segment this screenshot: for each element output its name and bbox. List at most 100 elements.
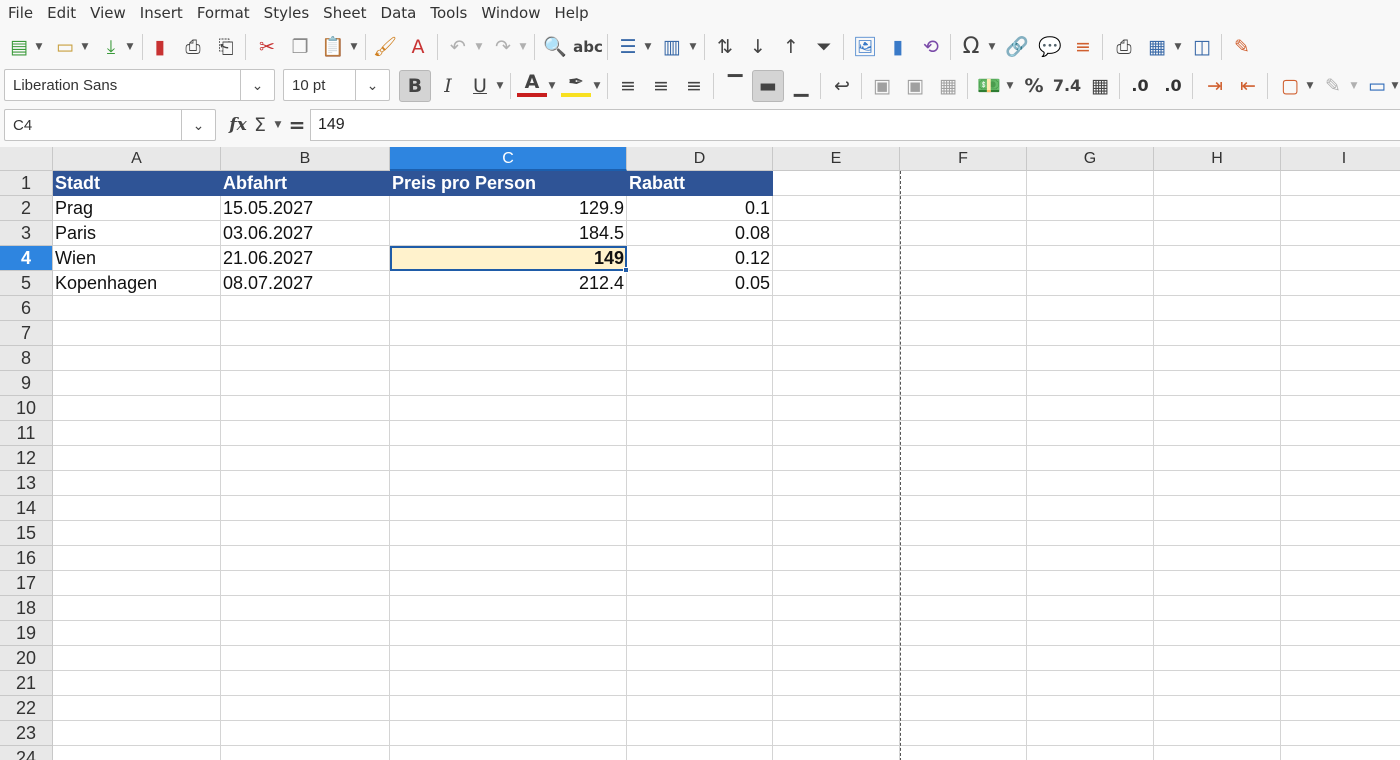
cell-g13[interactable]	[1027, 471, 1154, 496]
cell-h1[interactable]	[1154, 171, 1281, 196]
column-header-g[interactable]: G	[1027, 147, 1154, 171]
cell-f18[interactable]	[900, 596, 1027, 621]
merge-center-icon[interactable]: ▣	[867, 71, 897, 101]
cell-b3[interactable]: 03.06.2027	[221, 221, 390, 246]
center-vertically-icon[interactable]: ▬	[752, 70, 784, 102]
cell-i1[interactable]	[1281, 171, 1400, 196]
cell-e5[interactable]	[773, 271, 900, 296]
print-preview-icon[interactable]: ⎗	[211, 32, 241, 62]
spelling-icon[interactable]: abc	[573, 32, 603, 62]
bold-icon[interactable]: B	[399, 70, 431, 102]
cell-e9[interactable]	[773, 371, 900, 396]
cell-c5[interactable]: 212.4	[390, 271, 627, 296]
cell-h16[interactable]	[1154, 546, 1281, 571]
row-header-2[interactable]: 2	[0, 196, 53, 221]
row-header-21[interactable]: 21	[0, 671, 53, 696]
redo-dropdown-icon[interactable]: ▼	[518, 32, 528, 62]
row-header-9[interactable]: 9	[0, 371, 53, 396]
cell-g23[interactable]	[1027, 721, 1154, 746]
align-bottom-icon[interactable]: ▁	[786, 71, 816, 101]
row-header-10[interactable]: 10	[0, 396, 53, 421]
row-header-5[interactable]: 5	[0, 271, 53, 296]
cell-i18[interactable]	[1281, 596, 1400, 621]
cell-c21[interactable]	[390, 671, 627, 696]
paste-icon[interactable]: 📋	[318, 32, 348, 62]
cell-d21[interactable]	[627, 671, 773, 696]
cell-i11[interactable]	[1281, 421, 1400, 446]
cell-b4[interactable]: 21.06.2027	[221, 246, 390, 271]
name-box-dropdown-icon[interactable]: ⌄	[181, 110, 215, 140]
cell-h20[interactable]	[1154, 646, 1281, 671]
cell-a8[interactable]	[53, 346, 221, 371]
cell-f22[interactable]	[900, 696, 1027, 721]
borders-dropdown-icon[interactable]: ▼	[1305, 71, 1315, 101]
menu-view[interactable]: View	[83, 0, 133, 27]
cell-a3[interactable]: Paris	[53, 221, 221, 246]
cell-e11[interactable]	[773, 421, 900, 446]
cell-a10[interactable]	[53, 396, 221, 421]
save-icon[interactable]: ⤓	[96, 32, 126, 62]
cell-c2[interactable]: 129.9	[390, 196, 627, 221]
cell-h10[interactable]	[1154, 396, 1281, 421]
row-icon[interactable]: ☰	[613, 32, 643, 62]
insert-chart-icon[interactable]: ▮	[883, 32, 913, 62]
freeze-rows-columns-icon[interactable]: ▦	[1142, 32, 1172, 62]
merge-cells-icon[interactable]: ▣	[900, 71, 930, 101]
cell-a15[interactable]	[53, 521, 221, 546]
cell-c10[interactable]	[390, 396, 627, 421]
cell-b23[interactable]	[221, 721, 390, 746]
redo-icon[interactable]: ↷	[488, 32, 518, 62]
cell-b7[interactable]	[221, 321, 390, 346]
cell-a13[interactable]	[53, 471, 221, 496]
cell-b6[interactable]	[221, 296, 390, 321]
cell-f24[interactable]	[900, 746, 1027, 760]
cell-f2[interactable]	[900, 196, 1027, 221]
cell-d23[interactable]	[627, 721, 773, 746]
cell-c12[interactable]	[390, 446, 627, 471]
cell-f3[interactable]	[900, 221, 1027, 246]
cell-g24[interactable]	[1027, 746, 1154, 760]
align-top-icon[interactable]: ▔	[720, 71, 750, 101]
cell-g18[interactable]	[1027, 596, 1154, 621]
cell-i15[interactable]	[1281, 521, 1400, 546]
cell-b18[interactable]	[221, 596, 390, 621]
open-folder-icon[interactable]: ▭	[50, 32, 80, 62]
cell-g21[interactable]	[1027, 671, 1154, 696]
percent-format-icon[interactable]: %	[1019, 71, 1049, 101]
menu-tools[interactable]: Tools	[423, 0, 474, 27]
cell-b17[interactable]	[221, 571, 390, 596]
cell-e10[interactable]	[773, 396, 900, 421]
cell-f7[interactable]	[900, 321, 1027, 346]
cell-d11[interactable]	[627, 421, 773, 446]
cell-e7[interactable]	[773, 321, 900, 346]
name-box[interactable]: C4 ⌄	[4, 109, 216, 141]
font-color-dropdown-icon[interactable]: ▼	[547, 71, 557, 101]
cell-f4[interactable]	[900, 246, 1027, 271]
cell-e13[interactable]	[773, 471, 900, 496]
border-color-icon[interactable]: ▭	[1362, 71, 1392, 101]
cell-f14[interactable]	[900, 496, 1027, 521]
column-header-b[interactable]: B	[221, 147, 390, 171]
underline-dropdown-icon[interactable]: ▼	[495, 71, 505, 101]
sum-dropdown-icon[interactable]: ▼	[273, 110, 283, 140]
cell-f21[interactable]	[900, 671, 1027, 696]
cell-i17[interactable]	[1281, 571, 1400, 596]
cell-i13[interactable]	[1281, 471, 1400, 496]
cell-d2[interactable]: 0.1	[627, 196, 773, 221]
autofilter-icon[interactable]: ⏷	[809, 32, 839, 62]
new-document-icon[interactable]: ▤	[4, 32, 34, 62]
cell-f9[interactable]	[900, 371, 1027, 396]
cell-e24[interactable]	[773, 746, 900, 760]
menu-insert[interactable]: Insert	[133, 0, 190, 27]
cell-b22[interactable]	[221, 696, 390, 721]
column-header-a[interactable]: A	[53, 147, 221, 171]
cell-i5[interactable]	[1281, 271, 1400, 296]
cell-f15[interactable]	[900, 521, 1027, 546]
cell-a20[interactable]	[53, 646, 221, 671]
cell-d22[interactable]	[627, 696, 773, 721]
split-window-icon[interactable]: ◫	[1187, 32, 1217, 62]
cell-g22[interactable]	[1027, 696, 1154, 721]
cell-i6[interactable]	[1281, 296, 1400, 321]
comment-icon[interactable]: 💬	[1035, 32, 1065, 62]
cell-a2[interactable]: Prag	[53, 196, 221, 221]
